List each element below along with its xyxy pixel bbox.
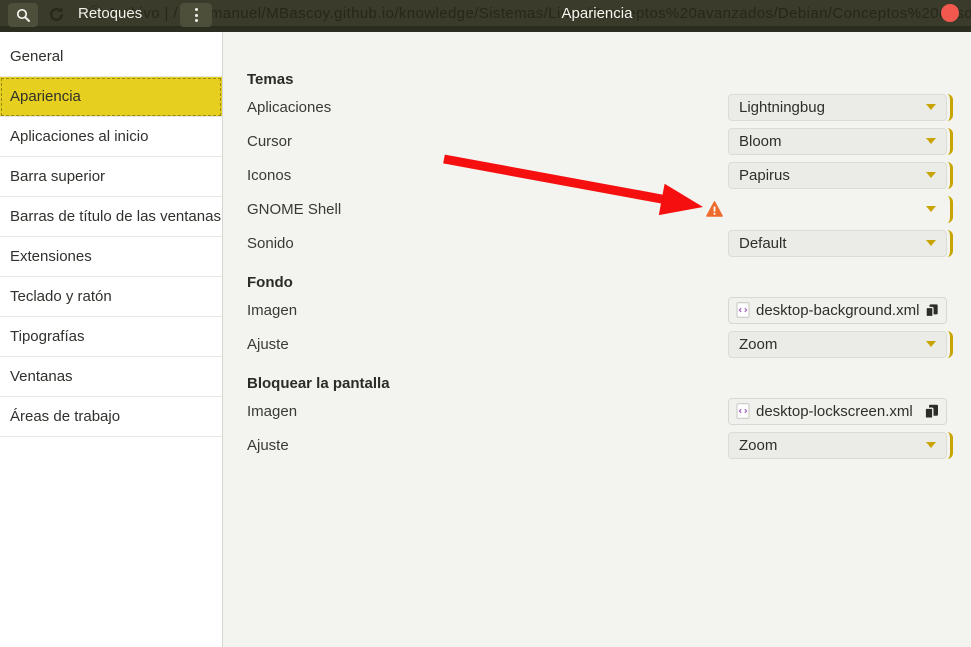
background-adjustment-dropdown[interactable]: Zoom (728, 331, 947, 358)
row-label: Cursor (247, 133, 728, 150)
file-copy-icon (924, 404, 939, 419)
chevron-down-icon (926, 442, 936, 448)
titlebar: ⓘ Archivo | / manuel/MBascoy.github.io/k… (0, 0, 971, 32)
row-cursor: Cursor Bloom (247, 124, 953, 158)
sidebar-item-barras-de-titulo[interactable]: Barras de título de las ventanas (0, 197, 222, 237)
section-title-temas: Temas (247, 70, 953, 90)
record-indicator-dot (941, 4, 959, 22)
reload-icon (48, 6, 65, 28)
gnome-tweaks-window: ⓘ Archivo | / manuel/MBascoy.github.io/k… (0, 0, 971, 647)
sidebar-item-areas-de-trabajo[interactable]: Áreas de trabajo (0, 397, 222, 437)
dropdown-value: Papirus (739, 167, 790, 184)
dropdown-accent-bracket (947, 162, 953, 189)
search-button[interactable] (8, 3, 38, 27)
sidebar-item-extensiones[interactable]: Extensiones (0, 237, 222, 277)
chevron-down-icon (926, 104, 936, 110)
spacer (947, 297, 953, 324)
search-icon (16, 8, 31, 23)
row-label: Iconos (247, 167, 728, 184)
page-title: Apariencia (223, 0, 971, 27)
xml-file-icon (736, 403, 750, 419)
row-aplicaciones: Aplicaciones Lightningbug (247, 90, 953, 124)
xml-file-icon (736, 302, 750, 318)
row-label: Imagen (247, 302, 728, 319)
chevron-down-icon (926, 138, 936, 144)
file-copy-icon (925, 303, 939, 318)
row-label: Aplicaciones (247, 99, 728, 116)
dropdown-accent-bracket (947, 196, 953, 223)
app-title: Retoques (78, 0, 142, 27)
sidebar-item-general[interactable]: General (0, 37, 222, 77)
sidebar-item-barra-superior[interactable]: Barra superior (0, 157, 222, 197)
filename: desktop-background.xml (756, 302, 919, 319)
row-fondo-ajuste: Ajuste Zoom (247, 327, 953, 361)
row-lockscreen-imagen: Imagen desktop-lockscreen.xml (247, 394, 953, 428)
sidebar-item-ventanas[interactable]: Ventanas (0, 357, 222, 397)
section-title-bloquear-pantalla: Bloquear la pantalla (247, 374, 953, 394)
sidebar-item-tipografias[interactable]: Tipografías (0, 317, 222, 357)
chevron-down-icon (926, 341, 936, 347)
lockscreen-image-filechooser[interactable]: desktop-lockscreen.xml (728, 398, 947, 425)
menu-kebab-button[interactable] (180, 3, 212, 27)
dropdown-value: Zoom (739, 437, 777, 454)
dropdown-value: Default (739, 235, 787, 252)
sound-theme-dropdown[interactable]: Default (728, 230, 947, 257)
cursor-theme-dropdown[interactable]: Bloom (728, 128, 947, 155)
dropdown-accent-bracket (947, 230, 953, 257)
dropdown-accent-bracket (947, 432, 953, 459)
sidebar-item-apariencia[interactable]: Apariencia (0, 77, 222, 117)
icons-theme-dropdown[interactable]: Papirus (728, 162, 947, 189)
sidebar-item-teclado-y-raton[interactable]: Teclado y ratón (0, 277, 222, 317)
row-label: Sonido (247, 235, 728, 252)
dropdown-accent-bracket (947, 128, 953, 155)
filename: desktop-lockscreen.xml (756, 403, 913, 420)
spacer (947, 398, 953, 425)
chevron-down-icon (926, 240, 936, 246)
gnome-shell-theme-dropdown[interactable] (728, 196, 947, 223)
chevron-down-icon (926, 206, 936, 212)
dropdown-value: Lightningbug (739, 99, 825, 116)
row-label: Ajuste (247, 336, 728, 353)
dropdown-value: Bloom (739, 133, 782, 150)
row-label: Ajuste (247, 437, 728, 454)
row-gnome-shell: GNOME Shell (247, 192, 953, 226)
applications-theme-dropdown[interactable]: Lightningbug (728, 94, 947, 121)
background-image-filechooser[interactable]: desktop-background.xml (728, 297, 947, 324)
section-title-fondo: Fondo (247, 273, 953, 293)
row-iconos: Iconos Papirus (247, 158, 953, 192)
row-label: GNOME Shell (247, 201, 706, 218)
sidebar-item-aplicaciones-al-inicio[interactable]: Aplicaciones al inicio (0, 117, 222, 157)
dropdown-accent-bracket (947, 94, 953, 121)
dropdown-accent-bracket (947, 331, 953, 358)
row-sonido: Sonido Default (247, 226, 953, 260)
appearance-panel: Temas Aplicaciones Lightningbug Cursor B… (223, 32, 971, 647)
row-fondo-imagen: Imagen desktop-background.xml (247, 293, 953, 327)
row-lockscreen-ajuste: Ajuste Zoom (247, 428, 953, 462)
row-label: Imagen (247, 403, 728, 420)
chevron-down-icon (926, 172, 936, 178)
lockscreen-adjustment-dropdown[interactable]: Zoom (728, 432, 947, 459)
sidebar: General Apariencia Aplicaciones al inici… (0, 32, 223, 647)
dropdown-value: Zoom (739, 336, 777, 353)
warning-icon (706, 201, 723, 217)
